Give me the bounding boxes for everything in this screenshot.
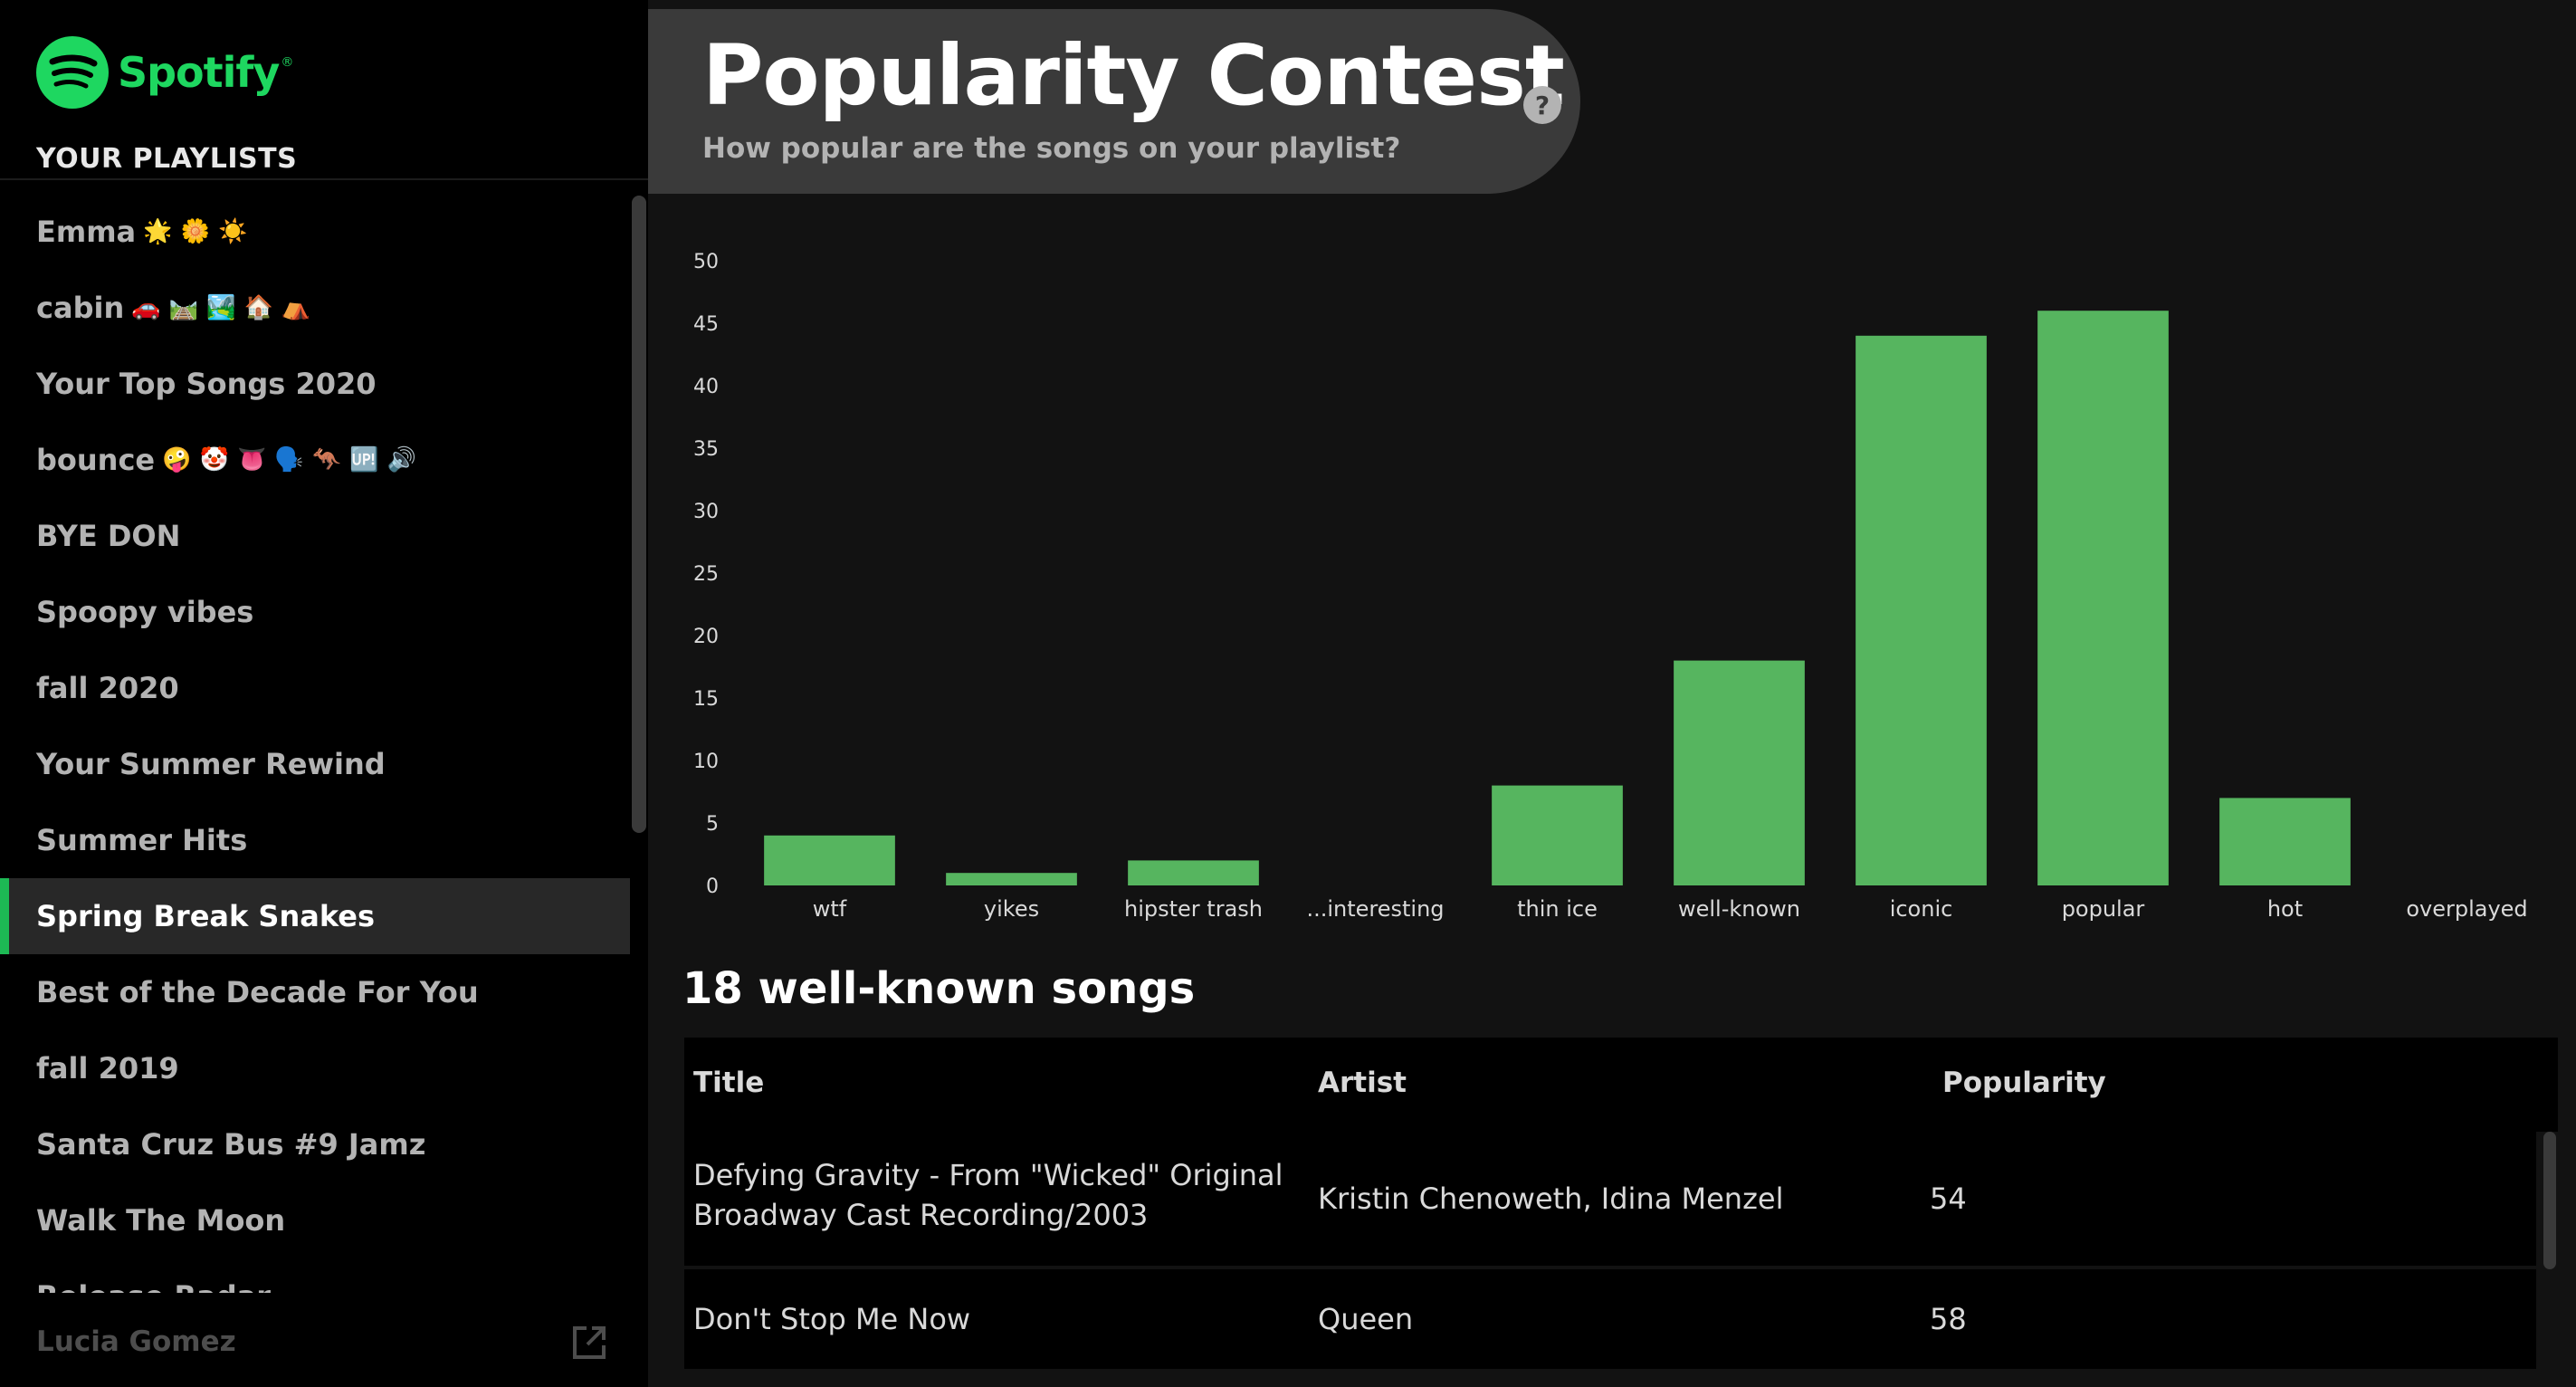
y-tick-label: 45 bbox=[693, 313, 719, 336]
external-link-icon[interactable] bbox=[570, 1324, 608, 1362]
popularity-bar-chart: 0 5 10 15 20 25 30 35 40 45 50 wtf yikes hipster tras… bbox=[693, 251, 2528, 922]
x-tick-label: overplayed bbox=[2406, 896, 2527, 922]
sidebar-item-playlist[interactable]: cabin 🚗 🛤️ 🏞️ 🏠 ⛺ bbox=[0, 270, 630, 346]
sidebar-item-label: cabin bbox=[36, 291, 125, 325]
bar-yikes[interactable] bbox=[946, 873, 1077, 885]
registered-mark: ® bbox=[281, 55, 294, 70]
sidebar-item-playlist-active[interactable]: Spring Break Snakes bbox=[0, 878, 630, 954]
help-icon[interactable]: ? bbox=[1522, 85, 1562, 125]
playlists-heading: YOUR PLAYLISTS bbox=[36, 143, 298, 175]
x-tick-label: wtf bbox=[813, 896, 847, 922]
x-tick-label: hipster trash bbox=[1124, 896, 1263, 922]
sidebar-divider bbox=[0, 178, 648, 180]
table-header: Title Artist Popularity bbox=[684, 1038, 2558, 1132]
sidebar-item-playlist[interactable]: bounce 🤪 🤡 👅 🗣️ 🦘 🆙 🔊 bbox=[0, 422, 630, 498]
x-tick-label: iconic bbox=[1890, 896, 1953, 922]
sidebar-item-label: BYE DON bbox=[36, 519, 181, 553]
table-row[interactable]: Defying Gravity - From "Wicked" Original… bbox=[684, 1132, 2536, 1266]
sidebar-item-playlist[interactable]: Santa Cruz Bus #9 Jamz bbox=[0, 1106, 630, 1182]
playlist-emoji: 🤪 🤡 👅 🗣️ 🦘 🆙 🔊 bbox=[162, 446, 417, 473]
x-tick-label: yikes bbox=[984, 896, 1039, 922]
table-scrollbar-thumb[interactable] bbox=[2543, 1132, 2556, 1269]
page-title: Popularity Contest bbox=[702, 27, 1565, 124]
sidebar-item-playlist[interactable]: fall 2019 bbox=[0, 1030, 630, 1106]
sidebar-item-label: Best of the Decade For You bbox=[36, 975, 479, 1009]
sidebar-item-playlist[interactable]: Summer Hits bbox=[0, 802, 630, 878]
song-artist-cell: Queen bbox=[1318, 1302, 1414, 1336]
sidebar-item-label: fall 2019 bbox=[36, 1051, 179, 1086]
x-tick-label: well-known bbox=[1678, 896, 1800, 922]
page-subtitle: How popular are the songs on your playli… bbox=[702, 132, 1401, 165]
sidebar-item-playlist[interactable]: Best of the Decade For You bbox=[0, 954, 630, 1030]
y-tick-label: 40 bbox=[693, 376, 719, 398]
x-tick-label: hot bbox=[2267, 896, 2303, 922]
y-tick-label: 5 bbox=[706, 813, 719, 836]
sidebar-item-label: Summer Hits bbox=[36, 823, 248, 857]
main-content: Popularity Contest How popular are the s… bbox=[648, 0, 2576, 1387]
svg-text:?: ? bbox=[1535, 91, 1550, 120]
sidebar-item-label: Santa Cruz Bus #9 Jamz bbox=[36, 1127, 426, 1162]
sidebar-item-playlist[interactable]: Your Top Songs 2020 bbox=[0, 346, 630, 422]
spotify-brand[interactable]: Spotify ® bbox=[36, 34, 293, 110]
songs-section-title: 18 well-known songs bbox=[682, 963, 1196, 1014]
playlist-emoji: 🚗 🛤️ 🏞️ 🏠 ⛺ bbox=[131, 294, 311, 321]
y-tick-label: 25 bbox=[693, 563, 719, 586]
bar-hipster-trash[interactable] bbox=[1128, 860, 1259, 885]
y-tick-label: 15 bbox=[693, 688, 719, 711]
song-artist-cell: Kristin Chenoweth, Idina Menzel bbox=[1318, 1181, 1784, 1216]
y-tick-label: 50 bbox=[693, 251, 719, 273]
y-tick-label: 10 bbox=[693, 751, 719, 773]
user-name: Lucia Gomez bbox=[36, 1325, 236, 1358]
sidebar-item-playlist[interactable]: fall 2020 bbox=[0, 650, 630, 726]
sidebar-item-label: Your Summer Rewind bbox=[36, 747, 386, 781]
sidebar: Spotify ® YOUR PLAYLISTS Emma 🌟 🌼 ☀️ cabi… bbox=[0, 0, 648, 1387]
sidebar-item-playlist[interactable]: Release Radar bbox=[0, 1258, 630, 1293]
songs-table: Title Artist Popularity Defying Gravity … bbox=[684, 1038, 2558, 1387]
y-tick-label: 20 bbox=[693, 626, 719, 648]
sidebar-item-label: Spring Break Snakes bbox=[36, 899, 376, 933]
bar-wtf[interactable] bbox=[764, 835, 895, 885]
bar-well-known[interactable] bbox=[1674, 660, 1805, 885]
playlist-list: Emma 🌟 🌼 ☀️ cabin 🚗 🛤️ 🏞️ 🏠 ⛺ Your Top Son… bbox=[0, 194, 630, 1293]
sidebar-item-label: Your Top Songs 2020 bbox=[36, 367, 377, 401]
bar-thin-ice[interactable] bbox=[1492, 785, 1623, 885]
sidebar-item-playlist[interactable]: Walk The Moon bbox=[0, 1182, 630, 1258]
sidebar-scrollbar-thumb[interactable] bbox=[632, 196, 646, 833]
column-header-popularity[interactable]: Popularity bbox=[1942, 1067, 2106, 1099]
x-tick-label: popular bbox=[2062, 896, 2145, 922]
brand-name: Spotify bbox=[118, 48, 280, 97]
header-card: Popularity Contest How popular are the s… bbox=[648, 9, 1580, 194]
sidebar-item-playlist[interactable]: BYE DON bbox=[0, 498, 630, 574]
y-tick-label: 35 bbox=[693, 438, 719, 461]
sidebar-item-label: Spoopy vibes bbox=[36, 595, 254, 629]
column-header-title[interactable]: Title bbox=[693, 1067, 764, 1099]
song-popularity-cell: 54 bbox=[1930, 1181, 1967, 1216]
song-title-cell: Don't Stop Me Now bbox=[693, 1302, 971, 1336]
song-title-line: Defying Gravity - From "Wicked" Original bbox=[693, 1158, 1283, 1192]
sidebar-item-label: Walk The Moon bbox=[36, 1203, 286, 1238]
spotify-logo-icon bbox=[36, 36, 109, 109]
sidebar-item-playlist[interactable]: Your Summer Rewind bbox=[0, 726, 630, 802]
user-row: Lucia Gomez bbox=[0, 1313, 648, 1387]
y-tick-label: 30 bbox=[693, 501, 719, 523]
sidebar-item-label: Release Radar bbox=[36, 1279, 271, 1293]
column-header-artist[interactable]: Artist bbox=[1318, 1067, 1407, 1099]
sidebar-item-label: bounce bbox=[36, 443, 156, 477]
x-tick-label: thin ice bbox=[1517, 896, 1598, 922]
x-tick-label: ...interesting bbox=[1306, 896, 1444, 922]
playlist-emoji: 🌟 🌼 ☀️ bbox=[143, 218, 248, 245]
song-title-line: Broadway Cast Recording/2003 bbox=[693, 1198, 1149, 1232]
song-title-cell: Defying Gravity - From "Wicked" Original… bbox=[693, 1155, 1283, 1235]
bar-popular[interactable] bbox=[2037, 311, 2169, 885]
y-tick-label: 0 bbox=[706, 875, 719, 898]
bar-hot[interactable] bbox=[2219, 798, 2351, 885]
app: Spotify ® YOUR PLAYLISTS Emma 🌟 🌼 ☀️ cabi… bbox=[0, 0, 2576, 1387]
sidebar-item-playlist[interactable]: Emma 🌟 🌼 ☀️ bbox=[0, 194, 630, 270]
table-row[interactable]: Don't Stop Me Now Queen 58 bbox=[684, 1269, 2536, 1369]
sidebar-item-label: Emma bbox=[36, 215, 137, 249]
bar-iconic[interactable] bbox=[1856, 335, 1987, 885]
sidebar-item-playlist[interactable]: Spoopy vibes bbox=[0, 574, 630, 650]
sidebar-item-label: fall 2020 bbox=[36, 671, 179, 705]
song-popularity-cell: 58 bbox=[1930, 1302, 1967, 1336]
